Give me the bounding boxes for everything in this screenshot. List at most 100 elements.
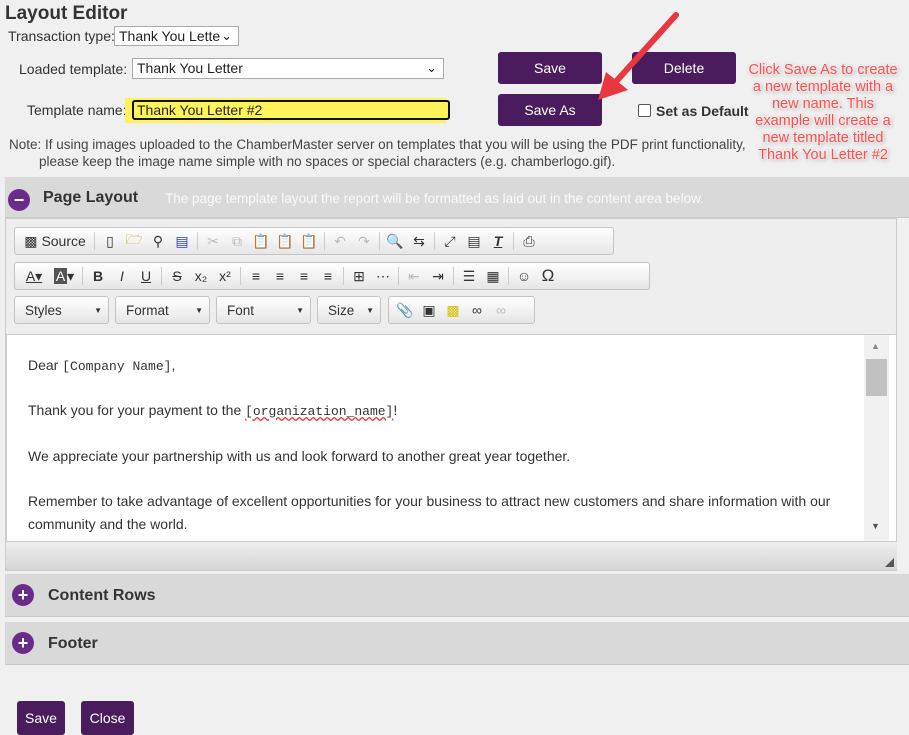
templates-icon[interactable]: ▤ (170, 230, 194, 252)
justify-icon[interactable]: ≡ (316, 265, 340, 287)
toolbar-row-2: A▾ A ▾ B I U S x₂ x² ≡ ≡ ≡ ≡ ⊞ ⋯ ⇤ ⇥ ☰ ▦ … (14, 262, 650, 290)
align-center-icon[interactable]: ≡ (268, 265, 292, 287)
caret-down-icon: ▼ (94, 306, 102, 315)
paste-icon[interactable]: 📋 (249, 230, 273, 252)
paste-text-icon[interactable]: 📋 (273, 230, 297, 252)
size-dropdown[interactable]: Size ▼ (317, 296, 381, 324)
transaction-type-value: Thank You Lette (119, 28, 221, 44)
scrollbar-thumb[interactable] (866, 359, 887, 396)
save-as-button[interactable]: Save As (498, 94, 602, 126)
page-layout-panel-header[interactable]: − Page Layout The page template layout t… (5, 177, 909, 218)
smiley-icon[interactable]: ☺ (512, 265, 536, 287)
horizontal-line-icon[interactable]: ☰ (457, 265, 481, 287)
page-layout-title: Page Layout (43, 189, 139, 206)
underline-icon[interactable]: U (134, 265, 158, 287)
source-button[interactable]: ▩ Source (19, 230, 91, 252)
styles-dropdown[interactable]: Styles ▼ (14, 296, 109, 324)
undo-icon[interactable]: ↶ (328, 230, 352, 252)
source-icon: ▩ (24, 232, 38, 249)
editor-scrollbar[interactable]: ▲ ▼ (864, 335, 889, 541)
align-left-icon[interactable]: ≡ (244, 265, 268, 287)
editor-status-bar (6, 542, 897, 570)
paste-word-icon[interactable]: 📋 (297, 230, 321, 252)
template-name-input[interactable]: Thank You Letter #2 (132, 100, 450, 120)
paragraph-greeting: Dear [Company Name], (28, 357, 176, 374)
paragraph-thanks: Thank you for your payment to the [organ… (28, 402, 398, 419)
styles-label: Styles (25, 303, 62, 318)
numbered-list-icon[interactable]: ⊞ (347, 265, 371, 287)
bottom-save-button[interactable]: Save (17, 701, 65, 735)
loaded-template-label: Loaded template: (19, 61, 128, 77)
source-label: Source (41, 233, 86, 249)
set-default-label[interactable]: Set as Default (656, 103, 749, 119)
expand-icon[interactable]: + (12, 632, 34, 654)
footer-title: Footer (48, 635, 98, 652)
chevron-down-icon: ⌄ (221, 28, 232, 43)
unlink-icon[interactable]: ∞ (489, 299, 513, 321)
collapse-icon[interactable]: − (8, 189, 30, 211)
align-right-icon[interactable]: ≡ (292, 265, 316, 287)
format-dropdown[interactable]: Format ▼ (115, 296, 210, 324)
font-label: Font (227, 303, 255, 318)
toolbar-row-1: ▩ Source ▯ 🗁 ⚲ ▤ ✂ ⧉ 📋 📋 📋 ↶ ↷ 🔍 ⇆ ⤢ ▤ T … (14, 227, 614, 255)
outdent-icon[interactable]: ⇤ (402, 265, 426, 287)
indent-icon[interactable]: ⇥ (426, 265, 450, 287)
page-layout-description: The page template layout the report will… (165, 191, 704, 206)
find-icon[interactable]: 🔍 (383, 230, 407, 252)
scroll-up-icon[interactable]: ▲ (871, 341, 880, 351)
set-default-checkbox[interactable] (638, 104, 651, 117)
font-dropdown[interactable]: Font ▼ (216, 296, 311, 324)
new-page-icon[interactable]: ▯ (98, 230, 122, 252)
editor-content-area[interactable]: Dear [Company Name], Thank you for your … (6, 334, 897, 542)
superscript-icon[interactable]: x² (213, 265, 237, 287)
content-rows-title: Content Rows (48, 587, 156, 604)
resize-handle-icon[interactable] (885, 558, 894, 567)
link-icon[interactable]: ∞ (465, 299, 489, 321)
text-color-icon[interactable]: A▾ (19, 265, 49, 287)
size-label: Size (328, 303, 355, 318)
table-icon[interactable]: ▦ (481, 265, 505, 287)
copy-icon[interactable]: ⧉ (225, 230, 249, 252)
italic-icon[interactable]: I (110, 265, 134, 287)
transaction-type-label: Transaction type: (8, 28, 115, 44)
replace-icon[interactable]: ⇆ (407, 230, 431, 252)
loaded-template-value: Thank You Letter (137, 60, 243, 76)
expand-icon[interactable]: + (12, 584, 34, 606)
content-rows-panel-header[interactable]: + Content Rows (5, 574, 909, 617)
image-icon[interactable]: ▣ (417, 299, 441, 321)
arrow-annotation-icon (598, 12, 679, 100)
strikethrough-icon[interactable]: S (165, 265, 189, 287)
redo-icon[interactable]: ↷ (352, 230, 376, 252)
special-character-icon[interactable]: Ω (536, 265, 560, 287)
format-label: Format (126, 303, 169, 318)
transaction-type-select[interactable]: Thank You Lette ⌄ (114, 26, 239, 46)
background-color-icon[interactable]: A ▾ (49, 265, 79, 287)
loaded-template-select[interactable]: Thank You Letter ⌄ (132, 58, 444, 79)
scroll-down-icon[interactable]: ▼ (871, 521, 880, 531)
remove-format-icon[interactable]: T (486, 230, 510, 252)
callout-annotation: Click Save As to create a new template w… (748, 62, 898, 163)
cut-icon[interactable]: ✂ (201, 230, 225, 252)
caret-down-icon: ▼ (296, 306, 304, 315)
bullet-list-icon[interactable]: ⋯ (371, 265, 395, 287)
toolbar-row-3-insert: 📎 ▣ ▩ ∞ ∞ (388, 296, 535, 324)
flash-icon[interactable]: ▩ (441, 299, 465, 321)
footer-panel-header[interactable]: + Footer (5, 622, 909, 665)
preview-icon[interactable]: ⚲ (146, 230, 170, 252)
paragraph-appreciation: We appreciate your partnership with us a… (28, 448, 571, 464)
caret-down-icon: ▼ (366, 306, 374, 315)
maximize-icon[interactable]: ⤢ (438, 230, 462, 252)
merge-field: [Company Name] (62, 359, 172, 374)
bold-icon[interactable]: B (86, 265, 110, 287)
note-line-1: Note: If using images uploaded to the Ch… (9, 137, 746, 152)
open-folder-icon[interactable]: 🗁 (122, 230, 146, 252)
attachment-icon[interactable]: 📎 (393, 299, 417, 321)
print-icon[interactable]: ⎙ (517, 230, 541, 252)
paragraph-reminder: Remember to take advantage of excellent … (28, 493, 831, 532)
show-blocks-icon[interactable]: ▤ (462, 230, 486, 252)
note-line-2: please keep the image name simple with n… (39, 154, 616, 169)
save-button[interactable]: Save (498, 52, 602, 84)
template-name-label: Template name: (27, 102, 127, 118)
close-button[interactable]: Close (81, 701, 134, 735)
subscript-icon[interactable]: x₂ (189, 265, 213, 287)
